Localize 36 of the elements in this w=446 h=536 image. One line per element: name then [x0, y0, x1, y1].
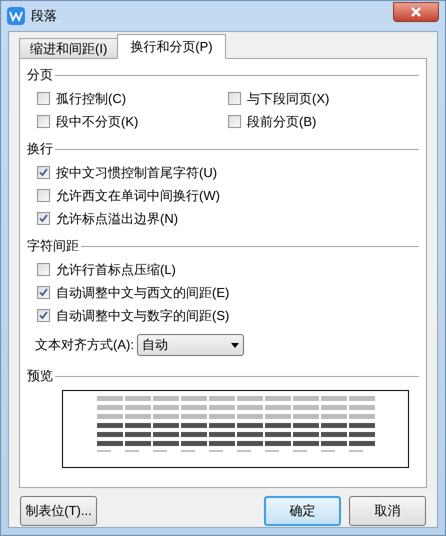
checkbox[interactable]: [228, 92, 241, 105]
checkbox[interactable]: [228, 115, 241, 128]
app-logo-icon: [7, 7, 25, 25]
checkbox-option[interactable]: 允许行首标点压缩(L): [37, 258, 176, 281]
checkbox[interactable]: [37, 92, 50, 105]
close-button[interactable]: [393, 2, 439, 22]
checkbox[interactable]: [37, 309, 50, 322]
checkbox[interactable]: [37, 212, 50, 225]
checkbox[interactable]: [37, 166, 50, 179]
section-title: 字符间距: [27, 237, 80, 256]
checkbox-option[interactable]: 自动调整中文与数字的间距(S): [37, 304, 230, 327]
window-title: 段落: [31, 7, 57, 26]
alignment-dropdown[interactable]: 自动: [136, 334, 244, 356]
section-title: 分页: [27, 66, 54, 84]
tab[interactable]: 换行和分页(P): [117, 34, 226, 59]
dialog-button[interactable]: 取消: [349, 496, 426, 526]
tab[interactable]: 缩进和间距(I): [19, 38, 118, 59]
checkbox[interactable]: [37, 286, 50, 299]
dialog-button[interactable]: 确定: [264, 496, 341, 526]
section-title: 预览: [27, 367, 54, 386]
checkbox[interactable]: [37, 263, 50, 276]
checkbox-option[interactable]: 允许西文在单词中间换行(W): [37, 184, 220, 207]
close-icon: [410, 7, 422, 17]
dialog-button[interactable]: 制表位(T)...: [20, 496, 97, 526]
checkbox-option[interactable]: 孤行控制(C): [37, 87, 126, 110]
checkbox-option[interactable]: 按中文习惯控制首尾字符(U): [37, 161, 218, 184]
checkbox-option[interactable]: 段中不分页(K): [37, 110, 138, 133]
checkbox-option[interactable]: 允许标点溢出边界(N): [37, 207, 178, 230]
field-label: 文本对齐方式(A):: [35, 336, 134, 354]
checkbox[interactable]: [37, 115, 50, 128]
checkbox[interactable]: [37, 189, 50, 202]
dropdown-arrow-icon: [230, 342, 239, 348]
checkbox-option[interactable]: 段前分页(B): [228, 110, 316, 133]
checkbox-option[interactable]: 与下段同页(X): [228, 87, 330, 110]
checkbox-option[interactable]: 自动调整中文与西文的间距(E): [37, 281, 230, 304]
section-title: 换行: [27, 140, 54, 158]
